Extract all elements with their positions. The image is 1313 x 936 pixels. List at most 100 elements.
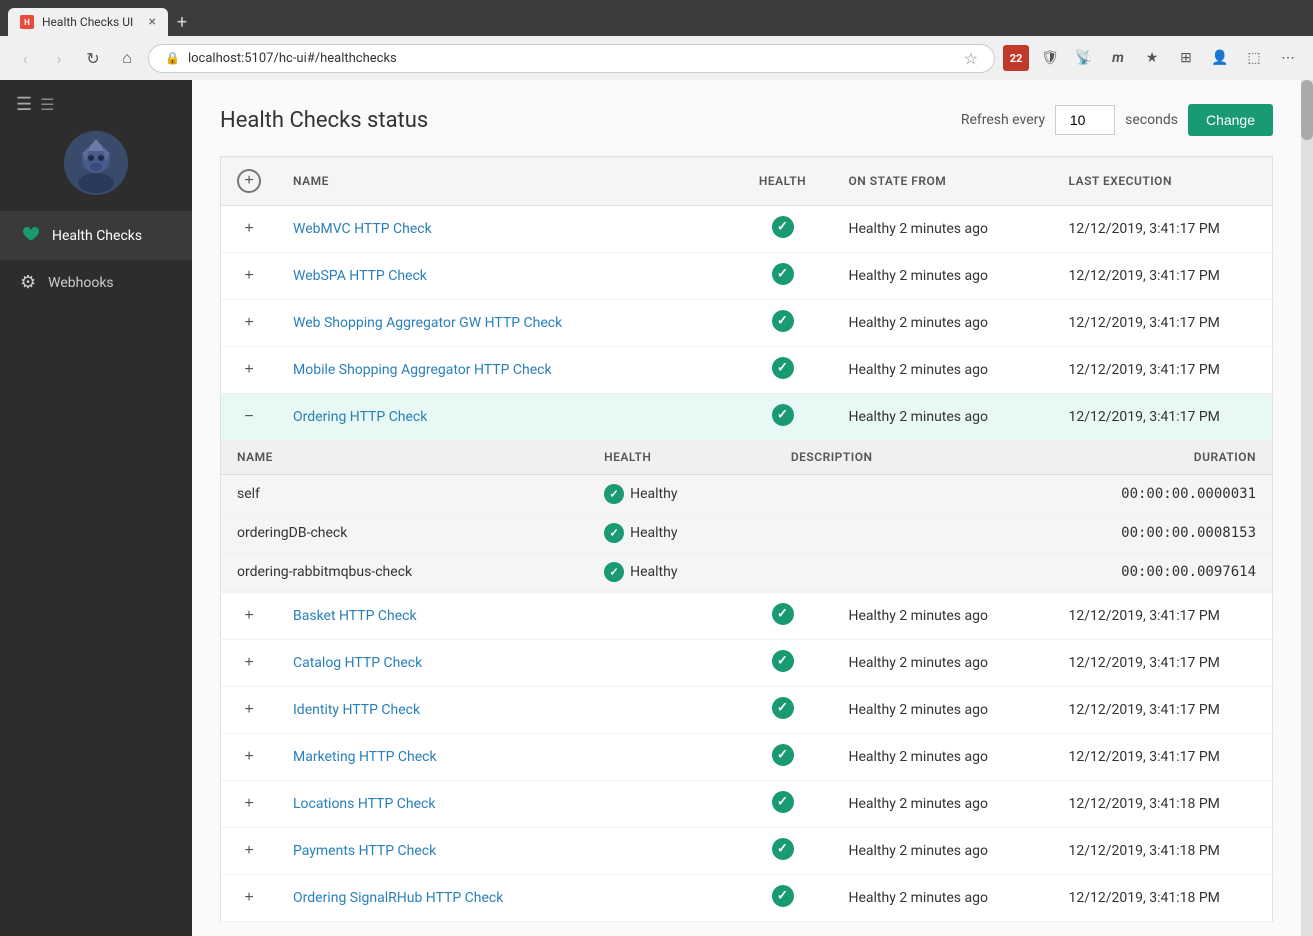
check-name-cell: Basket HTTP Check [277, 593, 733, 640]
check-name-link[interactable]: Web Shopping Aggregator GW HTTP Check [293, 315, 562, 331]
expand-button[interactable]: + [237, 839, 261, 863]
check-name-link[interactable]: Catalog HTTP Check [293, 655, 422, 671]
user-icon[interactable]: 👤 [1207, 45, 1233, 71]
scrollbar-thumb[interactable] [1301, 80, 1313, 140]
sidebar-logo-text: ☰ [40, 95, 54, 114]
check-name-link[interactable]: Payments HTTP Check [293, 843, 436, 859]
expand-button[interactable]: + [237, 604, 261, 628]
expand-button[interactable]: + [237, 358, 261, 382]
nested-name-cell: ordering-rabbitmqbus-check [221, 553, 588, 592]
health-icon [772, 357, 794, 379]
expand-button[interactable]: + [237, 651, 261, 675]
check-name-link[interactable]: Ordering SignalRHub HTTP Check [293, 890, 503, 906]
table-row: + Catalog HTTP Check Healthy 2 minutes a… [221, 640, 1273, 687]
expand-cell: + [221, 734, 278, 781]
health-cell [733, 875, 833, 922]
home-button[interactable]: ⌂ [114, 45, 140, 71]
on-state-cell: Healthy 2 minutes ago [833, 253, 1053, 300]
on-state-cell: Healthy 2 minutes ago [833, 781, 1053, 828]
sidebar-item-label: Health Checks [52, 228, 142, 244]
url-text: localhost:5107/hc-ui#/healthchecks [188, 51, 956, 66]
table-row: + Marketing HTTP Check Healthy 2 minutes… [221, 734, 1273, 781]
more-options-button[interactable]: ⋯ [1275, 45, 1301, 71]
add-check-button[interactable]: + [237, 169, 261, 193]
back-button[interactable]: ‹ [12, 45, 38, 71]
on-state-cell: Healthy 2 minutes ago [833, 593, 1053, 640]
check-name-link[interactable]: Identity HTTP Check [293, 702, 420, 718]
health-cell [733, 640, 833, 687]
expand-button[interactable]: + [237, 698, 261, 722]
nested-row: self Healthy 00:00:00.0000031 [221, 475, 1272, 514]
expand-button[interactable]: + [237, 745, 261, 769]
sidebar-nav: Health Checks ⚙ Webhooks [0, 211, 192, 936]
last-execution-cell: 12/12/2019, 3:41:17 PM [1053, 206, 1273, 253]
expand-button[interactable]: + [237, 217, 261, 241]
check-name-link[interactable]: Marketing HTTP Check [293, 749, 437, 765]
expanded-section: NAME HEALTH DESCRIPTION DURATION self He… [221, 440, 1273, 593]
check-name-link[interactable]: Basket HTTP Check [293, 608, 417, 624]
check-name-cell: WebMVC HTTP Check [277, 206, 733, 253]
tab-close-button[interactable]: × [149, 14, 156, 30]
change-button[interactable]: Change [1188, 104, 1273, 136]
refresh-button[interactable]: ↻ [80, 45, 106, 71]
tab-title: Health Checks UI [42, 15, 141, 29]
on-state-cell: Healthy 2 minutes ago [833, 734, 1053, 781]
extension-icon-5[interactable]: ★ [1139, 45, 1165, 71]
refresh-interval-input[interactable] [1055, 105, 1115, 135]
expand-button[interactable]: + [237, 264, 261, 288]
new-tab-button[interactable]: + [168, 8, 196, 36]
expand-cell: + [221, 347, 278, 394]
expand-cell: + [221, 781, 278, 828]
on-state-column-header: ON STATE FROM [833, 157, 1053, 206]
health-icon [772, 838, 794, 860]
refresh-controls: Refresh every seconds Change [961, 104, 1273, 136]
extension-icon-3[interactable]: 📡 [1071, 45, 1097, 71]
browser-chrome: H Health Checks UI × + ‹ › ↻ ⌂ 🔒 localho… [0, 0, 1313, 80]
sidebar-item-health-checks[interactable]: Health Checks [0, 211, 192, 260]
health-icon [772, 404, 794, 426]
expand-button[interactable]: + [237, 886, 261, 910]
nested-row: ordering-rabbitmqbus-check Healthy 00:00… [221, 553, 1272, 592]
on-state-cell: Healthy 2 minutes ago [833, 394, 1053, 441]
extension-icon-1[interactable]: 22 [1003, 45, 1029, 71]
last-execution-column-header: LAST EXECUTION [1053, 157, 1273, 206]
health-icon [772, 791, 794, 813]
health-icon [772, 603, 794, 625]
extension-icon-2[interactable]: 🛡 [1037, 45, 1063, 71]
on-state-cell: Healthy 2 minutes ago [833, 300, 1053, 347]
expand-button[interactable]: + [237, 311, 261, 335]
check-name-cell: Identity HTTP Check [277, 687, 733, 734]
sidebar-item-webhooks[interactable]: ⚙ Webhooks [0, 260, 192, 305]
expand-button[interactable]: + [237, 792, 261, 816]
extension-icon-6[interactable]: ⊞ [1173, 45, 1199, 71]
check-name-link[interactable]: WebSPA HTTP Check [293, 268, 427, 284]
check-name-link[interactable]: WebMVC HTTP Check [293, 221, 432, 237]
active-tab[interactable]: H Health Checks UI × [8, 8, 168, 36]
scrollbar-track[interactable] [1301, 80, 1313, 936]
cast-icon[interactable]: ⬚ [1241, 45, 1267, 71]
bookmark-icon[interactable]: ☆ [964, 49, 978, 68]
extension-icon-4[interactable]: m [1105, 45, 1131, 71]
expand-cell: + [221, 640, 278, 687]
table-row: + Mobile Shopping Aggregator HTTP Check … [221, 347, 1273, 394]
table-row: − Ordering HTTP Check Healthy 2 minutes … [221, 394, 1273, 441]
avatar [64, 131, 128, 195]
table-row: + Payments HTTP Check Healthy 2 minutes … [221, 828, 1273, 875]
collapse-button[interactable]: − [237, 405, 261, 429]
refresh-label: Refresh every [961, 112, 1045, 128]
check-name-link[interactable]: Mobile Shopping Aggregator HTTP Check [293, 362, 552, 378]
hamburger-menu-button[interactable]: ☰ [16, 94, 32, 115]
last-execution-cell: 12/12/2019, 3:41:17 PM [1053, 253, 1273, 300]
check-name-link[interactable]: Ordering HTTP Check [293, 409, 427, 425]
main-inner: Health Checks status Refresh every secon… [192, 80, 1301, 936]
address-bar[interactable]: 🔒 localhost:5107/hc-ui#/healthchecks ☆ [148, 44, 995, 73]
on-state-cell: Healthy 2 minutes ago [833, 347, 1053, 394]
nested-description-cell [775, 475, 976, 514]
expand-cell: + [221, 687, 278, 734]
check-name-link[interactable]: Locations HTTP Check [293, 796, 435, 812]
tab-bar: H Health Checks UI × + [0, 0, 1313, 36]
forward-button[interactable]: › [46, 45, 72, 71]
health-cell [733, 253, 833, 300]
health-cell [733, 593, 833, 640]
nested-health-icon [604, 523, 624, 543]
